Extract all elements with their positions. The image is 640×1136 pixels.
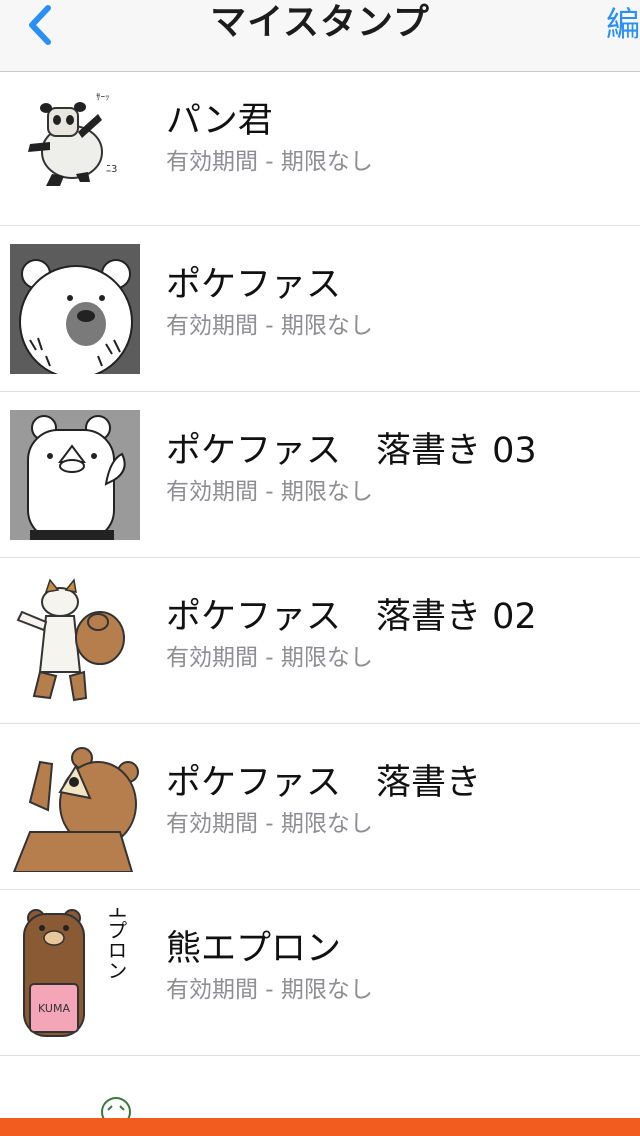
sticker-title: ポケファス 落書き 02 bbox=[166, 597, 537, 637]
white-bear-sticker-thumbnail bbox=[10, 410, 140, 540]
sticker-title: ポケファス bbox=[166, 265, 342, 305]
sticker-title: ポケファス 落書き bbox=[166, 763, 482, 803]
list-item[interactable]: ポケファス 落書き 03 有効期間 - 期限なし bbox=[0, 392, 640, 558]
list-item[interactable]: ポケファス 有効期間 - 期限なし bbox=[0, 226, 640, 392]
apron-bear-sticker-thumbnail: KUMA 熊エプロン bbox=[23, 908, 128, 1037]
list-item[interactable]: ポケファス 落書き 02 有効期間 - 期限なし bbox=[0, 558, 640, 724]
sticker-expiry: 有効期間 - 期限なし bbox=[166, 313, 373, 339]
apron-label-text: KUMA bbox=[38, 1002, 70, 1015]
bottom-accent-bar bbox=[0, 1118, 640, 1136]
navigation-bar: マイスタンプ 編 bbox=[0, 0, 640, 72]
sticker-expiry: 有効期間 - 期限なし bbox=[166, 645, 373, 671]
polar-bear-sticker-thumbnail bbox=[10, 244, 140, 374]
dog-and-bear-sticker-thumbnail bbox=[16, 578, 125, 702]
page-title: マイスタンプ bbox=[210, 2, 430, 43]
svg-text:ﾆ3: ﾆ3 bbox=[106, 164, 117, 175]
apron-bear-title-text: 熊エプロン bbox=[104, 908, 128, 980]
sticker-expiry: 有効期間 - 期限なし bbox=[166, 811, 373, 837]
sticker-title: 熊エプロン bbox=[166, 929, 342, 969]
sticker-expiry: 有効期間 - 期限なし bbox=[166, 977, 373, 1003]
list-item[interactable]: KUMA 熊エプロン 熊エプロン 有効期間 - 期限なし bbox=[0, 890, 640, 1056]
list-item[interactable]: ｻｰｯ ﾆ3 パン君 有効期間 - 期限なし bbox=[0, 72, 640, 226]
panda-sticker-thumbnail: ｻｰｯ ﾆ3 bbox=[28, 92, 117, 186]
list-item[interactable]: ポケファス 落書き 有効期間 - 期限なし bbox=[0, 724, 640, 890]
sticker-title: パン君 bbox=[166, 101, 273, 141]
sticker-expiry: 有効期間 - 期限なし bbox=[166, 479, 373, 505]
sticker-title: ポケファス 落書き 03 bbox=[166, 431, 537, 471]
my-stickers-screen: マイスタンプ 編 ｻｰｯ ﾆ3 パン君 有効期間 - 期限なし ポケファス 有効… bbox=[0, 0, 640, 1136]
partial-sticker-thumbnail bbox=[101, 1097, 131, 1118]
brown-bear-sticker-thumbnail bbox=[12, 747, 139, 872]
edit-button[interactable]: 編 bbox=[606, 0, 640, 46]
svg-text:ｻｰｯ: ｻｰｯ bbox=[96, 92, 110, 103]
sticker-list: ｻｰｯ ﾆ3 パン君 有効期間 - 期限なし ポケファス 有効期間 - 期限なし… bbox=[0, 72, 640, 1056]
sticker-expiry: 有効期間 - 期限なし bbox=[166, 149, 373, 175]
